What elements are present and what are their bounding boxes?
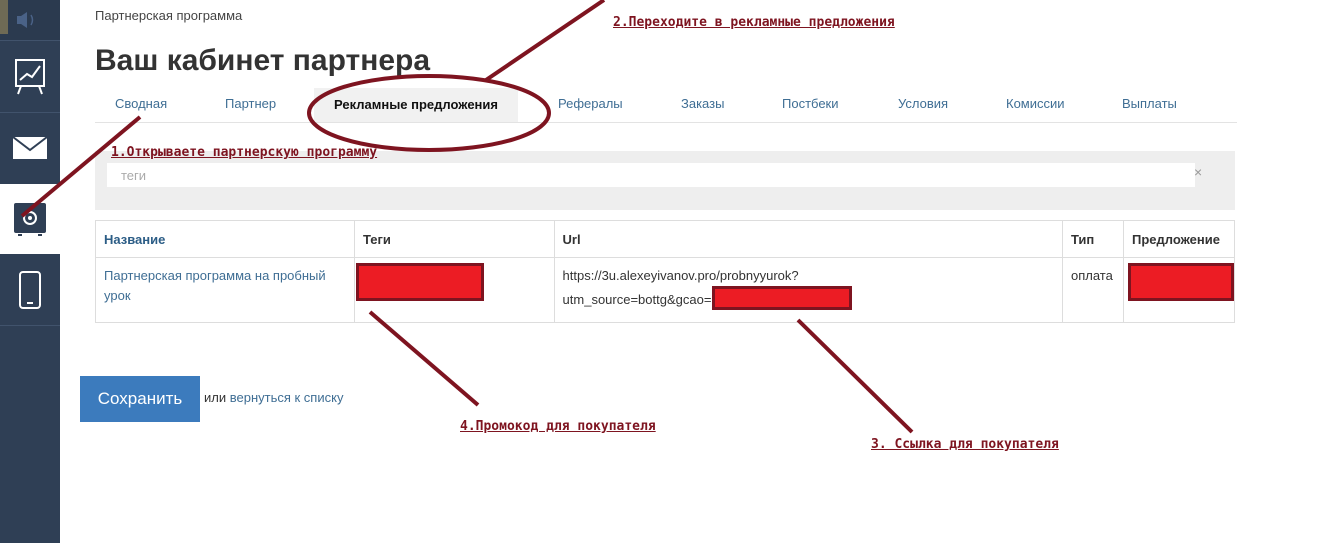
table-header-row: Название Теги Url Тип Предложение [95,220,1235,258]
back-to-list-link[interactable]: вернуться к списку [230,390,344,405]
tab-ad-offers[interactable]: Рекламные предложения [314,88,518,122]
sidebar-item-stats[interactable] [0,41,60,111]
annotation-arrow-2 [484,0,606,82]
redacted-promo-code [355,263,484,301]
tab-payouts[interactable]: Выплаты [1122,96,1177,111]
cell-name: Партнерская программа на пробный урок [95,257,355,323]
tab-orders[interactable]: Заказы [681,96,724,111]
tab-summary[interactable]: Сводная [115,96,167,111]
tab-referrals[interactable]: Рефералы [558,96,623,111]
annotation-step-2: 2.Переходите в рекламные предложения [613,15,895,30]
column-header-tags: Теги [353,220,555,258]
url-line-2: utm_source=bottg&gcao= [562,292,712,307]
clear-icon[interactable]: × [1194,164,1202,180]
save-button[interactable]: Сохранить [80,376,200,422]
save-row-text: или вернуться к списку [204,390,343,405]
column-header-name[interactable]: Название [95,220,355,258]
phone-icon [19,271,41,309]
cell-url: https://3u.alexeyivanov.pro/probnyyurok?… [553,257,1063,323]
table-row: Партнерская программа на пробный урок ht… [95,257,1235,323]
tab-partner[interactable]: Партнер [225,96,276,111]
sidebar-item-mail[interactable] [0,113,60,183]
sidebar [0,0,60,543]
or-text: или [204,390,227,405]
column-header-type: Тип [1061,220,1125,258]
offer-name-link[interactable]: Партнерская программа на пробный урок [104,268,326,303]
annotation-step-3: 3. Ссылка для покупателя [871,437,1059,452]
sidebar-top [0,0,60,40]
mail-icon [12,136,48,159]
page-title: Ваш кабинет партнера [95,44,431,77]
annotation-step-4: 4.Промокод для покупателя [460,419,656,434]
redacted-url-code [712,286,853,310]
url-line-1: https://3u.alexeyivanov.pro/probnyyurok? [562,268,799,283]
tab-commissions[interactable]: Комиссии [1006,96,1065,111]
sidebar-separator [0,325,60,326]
cell-tags [353,257,555,323]
safe-settings-icon [14,203,46,236]
tab-conditions[interactable]: Условия [898,96,948,111]
sidebar-photo-edge [0,0,8,34]
redacted-offer [1128,263,1234,301]
annotation-step-1: 1.Открываете партнерскую программу [111,145,378,160]
speaker-icon[interactable] [0,0,60,40]
tab-postbacks[interactable]: Постбеки [782,96,839,111]
annotation-arrow-3 [796,318,914,434]
tags-input[interactable] [106,162,1196,188]
breadcrumb[interactable]: Партнерская программа [95,8,242,23]
sidebar-item-partner[interactable] [0,184,60,254]
cell-type: оплата [1061,257,1125,323]
tab-bar: Сводная Партнер Рекламные предложения Ре… [95,88,1237,123]
offers-table: Название Теги Url Тип Предложение Партне… [95,220,1235,323]
column-header-url: Url [553,220,1063,258]
annotation-arrow-4 [368,310,480,407]
cell-offer [1123,257,1235,323]
column-header-offer: Предложение [1123,220,1235,258]
sidebar-item-mobile[interactable] [0,255,60,325]
chart-board-icon [15,59,45,95]
